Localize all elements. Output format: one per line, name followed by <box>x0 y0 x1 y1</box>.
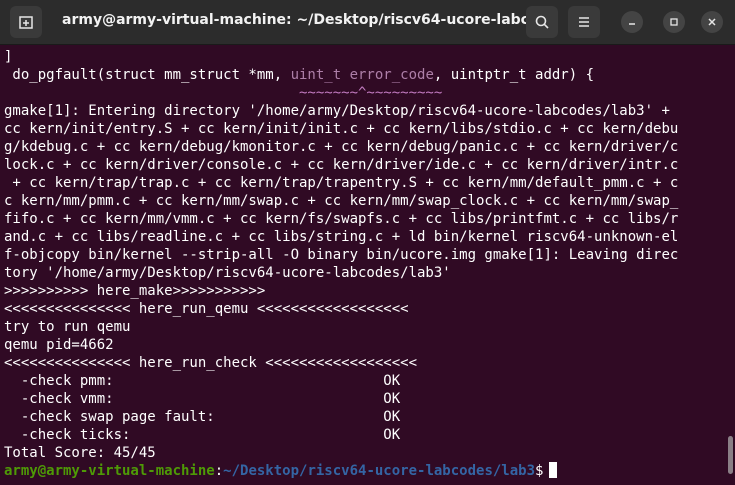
new-tab-icon <box>19 16 33 29</box>
new-tab-button[interactable] <box>10 6 42 38</box>
search-icon <box>535 15 549 29</box>
total-score: Total Score: 45/45 <box>4 445 156 461</box>
terminal-line: qemu pid=4662 <box>4 337 114 353</box>
prompt-user-host: army@army-virtual-machine <box>4 463 215 479</box>
prompt-separator: : <box>214 463 224 479</box>
menu-button[interactable] <box>568 6 600 38</box>
text-cursor <box>549 462 558 478</box>
search-button[interactable] <box>526 6 558 38</box>
terminal-line: and.c + cc libs/readline.c + cc libs/str… <box>4 229 679 245</box>
terminal-line: <<<<<<<<<<<<<<< here_run_check <<<<<<<<<… <box>4 355 418 371</box>
terminal-line: g/kdebug.c + cc kern/debug/kmonitor.c + … <box>4 139 679 155</box>
terminal-line: try to run qemu <box>4 319 131 335</box>
terminal-line: lock.c + cc kern/driver/console.c + cc k… <box>4 157 679 173</box>
code-text: do_pgfault(struct mm_struct *mm, <box>4 67 291 83</box>
terminal-line: cc kern/init/entry.S + cc kern/init/init… <box>4 121 679 137</box>
check-result: -check vmm: OK <box>4 391 401 407</box>
close-icon <box>708 18 716 26</box>
terminal-line: + cc kern/trap/trap.c + cc kern/trap/tra… <box>4 175 679 191</box>
terminal-line: <<<<<<<<<<<<<<< here_run_qemu <<<<<<<<<<… <box>4 301 409 317</box>
check-result: -check pmm: OK <box>4 373 401 389</box>
window-title: army@army-virtual-machine: ~/Desktop/ris… <box>62 12 532 28</box>
terminal-line: tory '/home/army/Desktop/riscv64-ucore-l… <box>4 265 451 281</box>
maximize-icon <box>670 18 678 26</box>
terminal-line: f-objcopy bin/kernel --strip-all -O bina… <box>4 247 679 263</box>
terminal-line: >>>>>>>>>> here_make>>>>>>>>>>> <box>4 283 266 299</box>
minimize-button[interactable] <box>621 11 643 33</box>
check-result: -check swap page fault: OK <box>4 409 401 425</box>
minimize-icon <box>629 23 635 25</box>
error-underline: ~~~~~~~^~~~~~~~~~ <box>4 85 443 101</box>
maximize-button[interactable] <box>663 11 685 33</box>
highlighted-param: uint_t error_code <box>290 67 434 83</box>
scrollbar[interactable] <box>728 436 733 474</box>
close-button[interactable] <box>701 11 723 33</box>
code-text: , uintptr_t addr) { <box>433 67 595 83</box>
terminal-line: do_pgfault(struct mm_struct *mm, uint_t … <box>4 66 726 84</box>
terminal-line: c kern/mm/pmm.c + cc kern/mm/swap.c + cc… <box>4 193 679 209</box>
title-bar: army@army-virtual-machine: ~/Desktop/ris… <box>0 0 735 45</box>
check-result: -check ticks: OK <box>4 427 401 443</box>
terminal-output[interactable]: ] do_pgfault(struct mm_struct *mm, uint_… <box>4 48 726 480</box>
prompt-dollar: $ <box>535 463 544 479</box>
terminal-line: gmake[1]: Entering directory '/home/army… <box>4 103 670 119</box>
prompt-path: ~/Desktop/riscv64-ucore-labcodes/lab3 <box>223 463 536 479</box>
hamburger-menu-icon <box>579 17 589 27</box>
terminal-line: ] <box>4 49 13 65</box>
shell-prompt[interactable]: army@army-virtual-machine:~/Desktop/risc… <box>4 462 726 480</box>
terminal-line: fifo.c + cc kern/mm/vmm.c + cc kern/fs/s… <box>4 211 679 227</box>
